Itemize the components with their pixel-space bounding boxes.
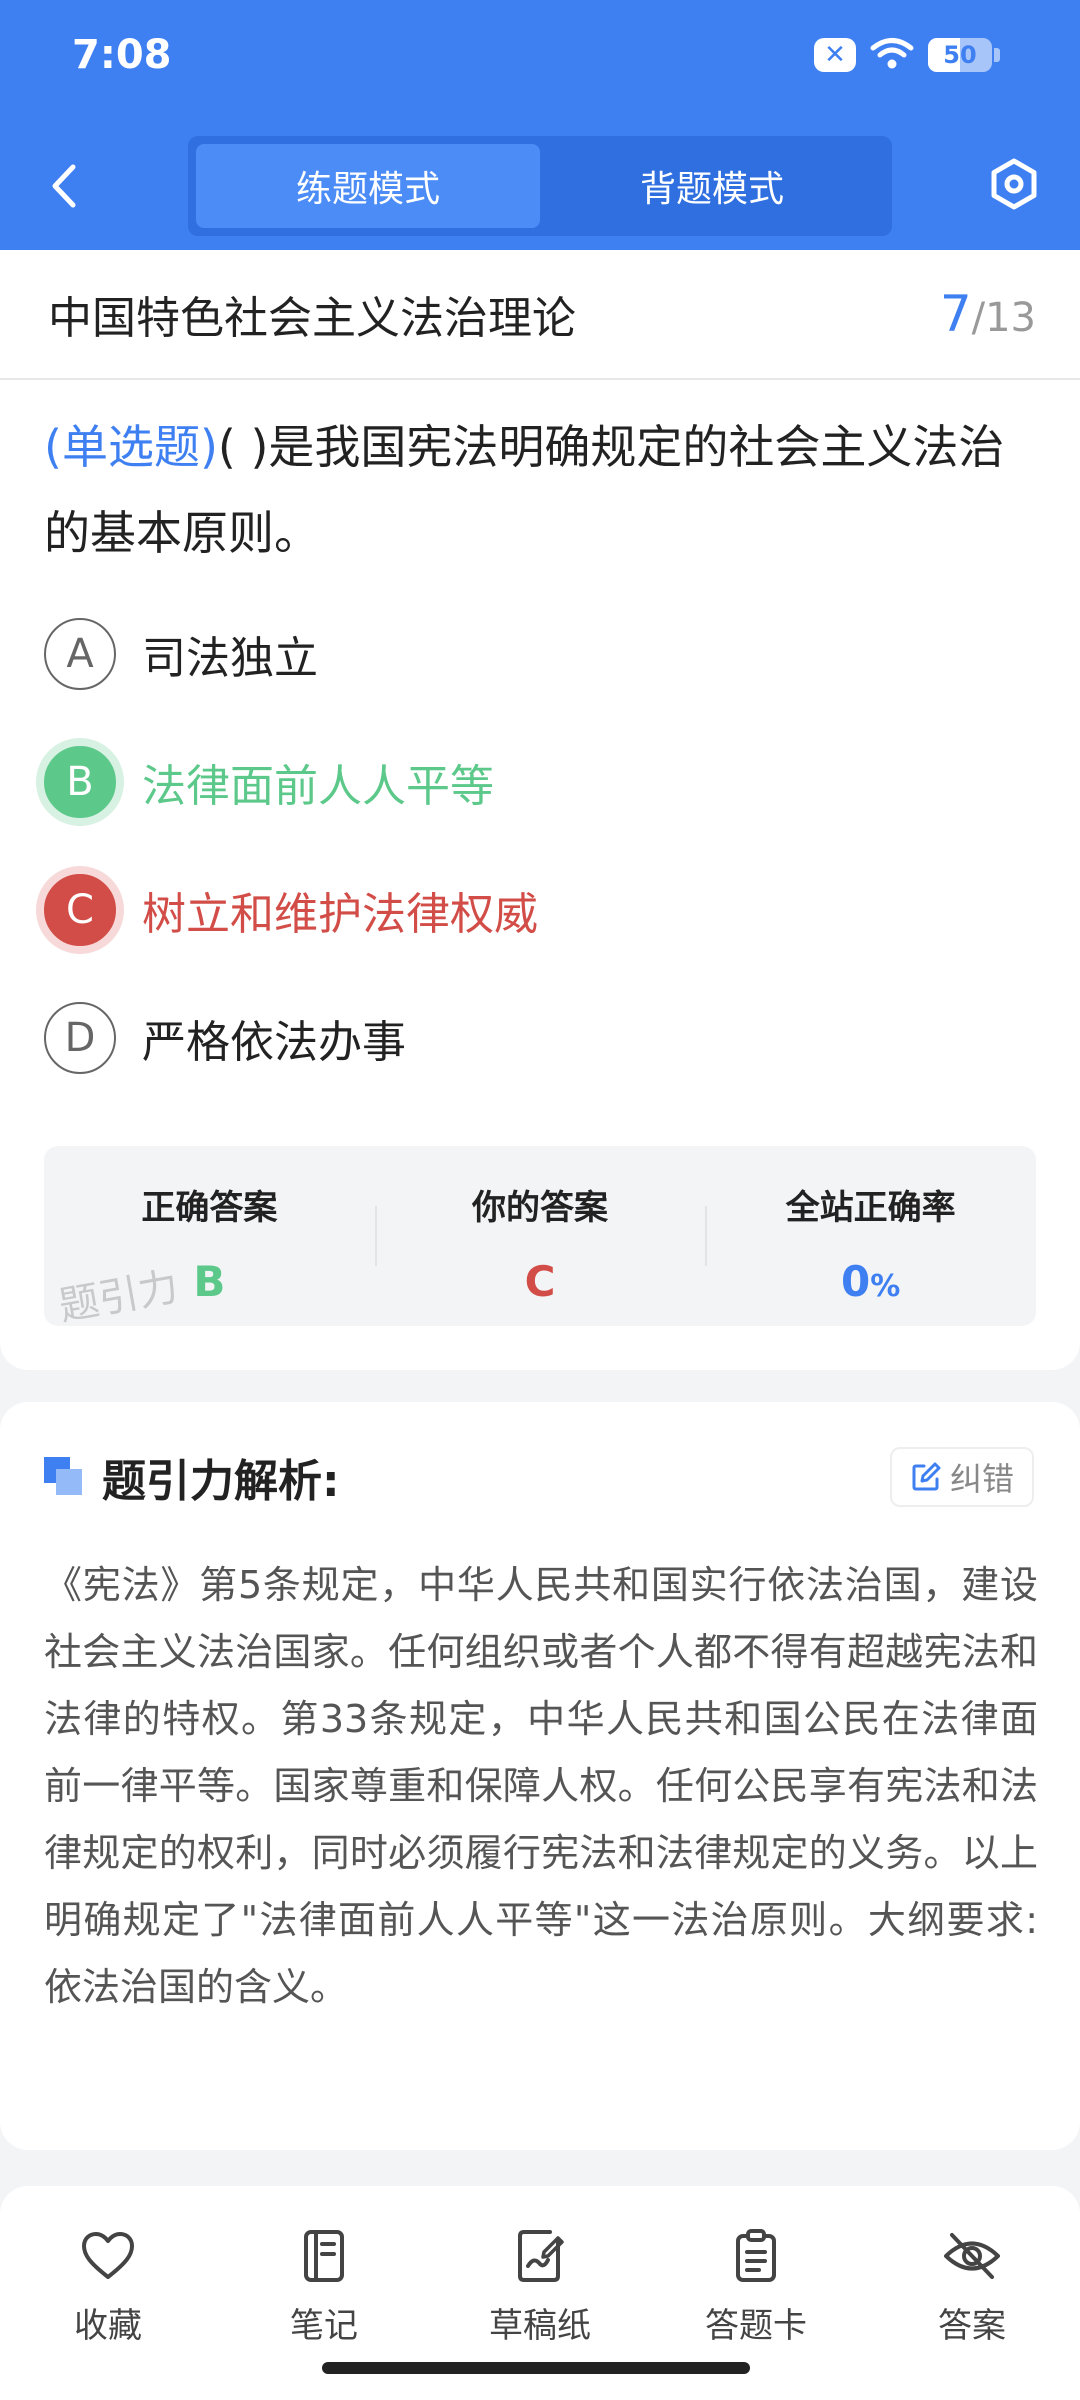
report-error-button[interactable]: 纠错 bbox=[889, 1447, 1034, 1507]
favorite-label: 收藏 bbox=[74, 2306, 142, 2346]
tab-memorize-mode[interactable]: 背题模式 bbox=[540, 144, 884, 228]
eye-off-icon bbox=[942, 2226, 1002, 2286]
draft-paper-icon bbox=[510, 2226, 570, 2286]
heart-icon bbox=[78, 2226, 138, 2286]
close-badge-icon: ✕ bbox=[814, 38, 856, 72]
question-card: 中国特色社会主义法治理论 7/13 (单选题)( )是我国宪法明确规定的社会主义… bbox=[0, 250, 1080, 1370]
option-letter: C bbox=[44, 874, 116, 946]
stat-label: 正确答案 bbox=[141, 1188, 278, 1228]
notes-tab[interactable]: 笔记 bbox=[216, 2226, 432, 2366]
notes-label: 笔记 bbox=[290, 2306, 358, 2346]
stat-your-answer: 你的答案 C bbox=[374, 1146, 706, 1326]
question-type: (单选题) bbox=[44, 420, 218, 474]
bottom-toolbar: 收藏 笔记 草稿纸 答题卡 答案 bbox=[0, 2186, 1080, 2400]
rate-unit: % bbox=[870, 1269, 901, 1304]
correct-answer-value: B bbox=[193, 1257, 226, 1306]
chevron-left-icon bbox=[52, 164, 76, 208]
report-error-label: 纠错 bbox=[949, 1460, 1014, 1498]
wifi-icon bbox=[870, 36, 914, 74]
option-text: 司法独立 bbox=[142, 633, 318, 684]
option-text: 严格依法办事 bbox=[142, 1017, 406, 1068]
status-icons: ✕ 50 bbox=[814, 36, 1000, 74]
total-questions: /13 bbox=[971, 295, 1036, 341]
option-letter: D bbox=[44, 1002, 116, 1074]
option-letter: A bbox=[44, 618, 116, 690]
analysis-text: 《宪法》第5条规定，中华人民共和国实行依法治国，建设社会主义法治国家。任何组织或… bbox=[44, 1563, 1038, 2009]
option-text: 法律面前人人平等 bbox=[142, 761, 494, 812]
option-c[interactable]: C 树立和维护法律权威 bbox=[0, 846, 1080, 974]
answer-sheet-label: 答题卡 bbox=[705, 2306, 807, 2346]
answer-stats: 正确答案 B 你的答案 C 全站正确率 0% 题引力 bbox=[44, 1146, 1036, 1326]
draft-paper-label: 草稿纸 bbox=[489, 2306, 591, 2346]
your-answer-value: C bbox=[524, 1257, 556, 1306]
answer-sheet-icon bbox=[726, 2226, 786, 2286]
stat-accuracy-rate: 全站正确率 0% bbox=[705, 1146, 1036, 1326]
analysis-title: 题引力解析: bbox=[102, 1456, 340, 1507]
analysis-card: 题引力解析: 纠错 《宪法》第5条规定，中华人民共和国实行依法治国，建设社会主义… bbox=[0, 1402, 1080, 2150]
option-text: 树立和维护法律权威 bbox=[142, 889, 538, 940]
settings-button[interactable] bbox=[986, 156, 1042, 212]
stat-label: 全站正确率 bbox=[785, 1188, 956, 1228]
question-counter: 7/13 bbox=[940, 285, 1036, 343]
notebook-icon bbox=[294, 2226, 354, 2286]
battery-icon: 50 bbox=[928, 38, 992, 72]
back-button[interactable] bbox=[44, 158, 84, 214]
answer-tab[interactable]: 答案 bbox=[864, 2226, 1080, 2366]
question-text: (单选题)( )是我国宪法明确规定的社会主义法治的基本原则。 bbox=[0, 380, 1080, 576]
option-letter: B bbox=[44, 746, 116, 818]
option-d[interactable]: D 严格依法办事 bbox=[0, 974, 1080, 1102]
accuracy-rate-value: 0% bbox=[841, 1257, 900, 1306]
answer-sheet-tab[interactable]: 答题卡 bbox=[648, 2226, 864, 2366]
current-question-number: 7 bbox=[939, 285, 972, 343]
app-header: 7:08 ✕ 50 练题模式 背题模式 bbox=[0, 0, 1080, 250]
battery-level: 50 bbox=[943, 41, 977, 69]
battery-cap bbox=[994, 48, 1000, 62]
analysis-title-wrap: 题引力解析: bbox=[44, 1445, 340, 1509]
home-indicator bbox=[322, 2362, 750, 2374]
option-b[interactable]: B 法律面前人人平等 bbox=[0, 718, 1080, 846]
rate-number: 0 bbox=[841, 1257, 871, 1306]
stat-label: 你的答案 bbox=[472, 1188, 608, 1228]
topic-title: 中国特色社会主义法治理论 bbox=[48, 293, 576, 344]
answer-label: 答案 bbox=[938, 2306, 1006, 2346]
settings-icon bbox=[991, 158, 1037, 210]
favorite-tab[interactable]: 收藏 bbox=[0, 2226, 216, 2366]
analysis-header: 题引力解析: 纠错 bbox=[0, 1402, 1080, 1552]
option-a[interactable]: A 司法独立 bbox=[0, 590, 1080, 718]
edit-icon bbox=[912, 1462, 941, 1491]
section-mark-icon bbox=[44, 1457, 84, 1497]
draft-paper-tab[interactable]: 草稿纸 bbox=[432, 2226, 648, 2366]
topic-row: 中国特色社会主义法治理论 7/13 bbox=[0, 250, 1080, 380]
tab-practice-mode[interactable]: 练题模式 bbox=[196, 144, 540, 228]
options-list: A 司法独立 B 法律面前人人平等 C 树立和维护法律权威 D 严格依法办事 bbox=[0, 590, 1080, 1102]
mode-switch: 练题模式 背题模式 bbox=[188, 136, 892, 236]
status-time: 7:08 bbox=[72, 32, 172, 78]
